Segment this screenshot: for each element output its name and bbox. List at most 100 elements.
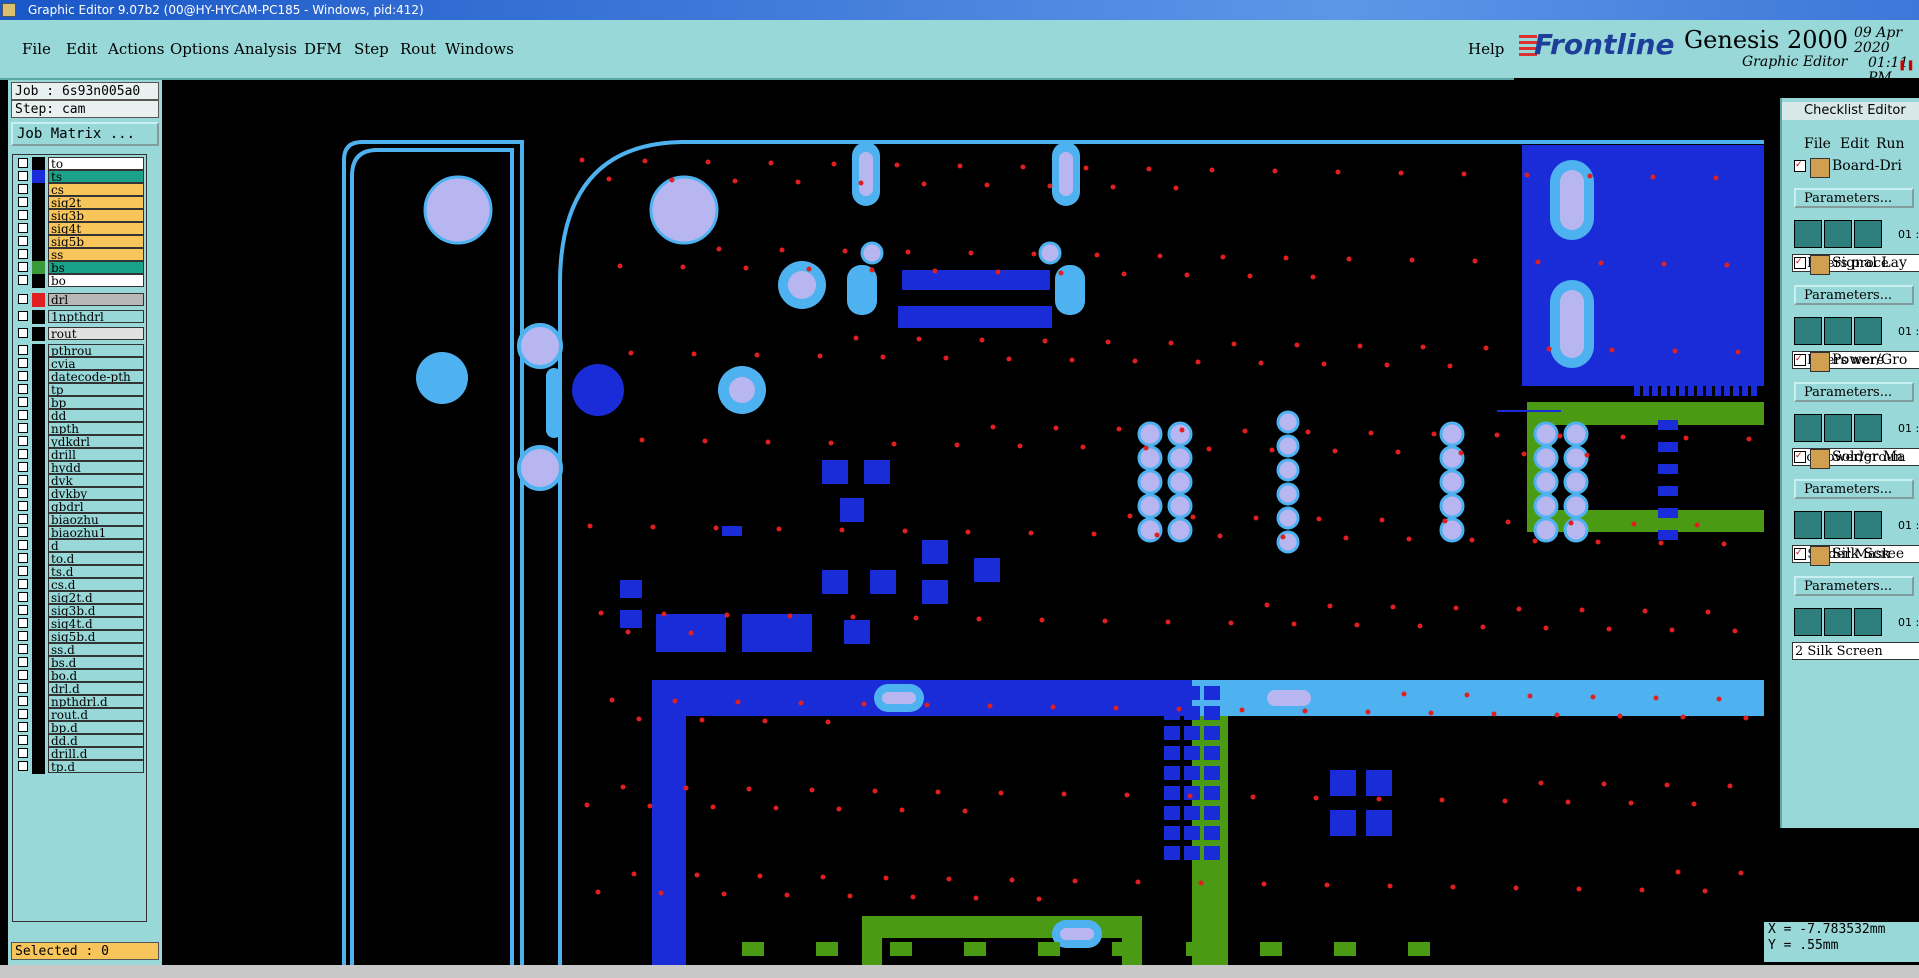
run-icon[interactable] <box>1854 414 1882 442</box>
layer-name[interactable]: dd.d <box>48 734 144 747</box>
layer-checkbox[interactable] <box>18 345 28 355</box>
layer-name[interactable]: bo <box>48 274 144 287</box>
layer-row-ts-d[interactable]: ts.d <box>16 565 144 579</box>
layer-row-bs-d[interactable]: bs.d <box>16 656 144 670</box>
layer-name[interactable]: sig5b.d <box>48 630 144 643</box>
action-checkbox[interactable]: ✓ <box>1794 548 1806 560</box>
layer-row-cvia[interactable]: cvia <box>16 357 144 371</box>
layer-name[interactable]: rout.d <box>48 708 144 721</box>
layer-name[interactable]: drill.d <box>48 747 144 760</box>
layer-name[interactable]: sig3b <box>48 209 144 222</box>
layer-name[interactable]: cvia <box>48 357 144 370</box>
layer-row-biaozhu[interactable]: biaozhu <box>16 513 144 527</box>
menu-actions[interactable]: Actions <box>108 40 164 58</box>
layer-checkbox[interactable] <box>18 184 28 194</box>
graphic-canvas[interactable] <box>162 80 1764 965</box>
layer-color-swatch[interactable] <box>32 578 45 592</box>
layer-name[interactable]: sig4t.d <box>48 617 144 630</box>
layer-name[interactable]: ydkdrl <box>48 435 144 448</box>
layer-row-ss[interactable]: ss <box>16 248 144 262</box>
layer-row-drill-d[interactable]: drill.d <box>16 747 144 761</box>
layer-name[interactable]: tp.d <box>48 760 144 773</box>
parameters-button[interactable]: Parameters... <box>1794 479 1914 499</box>
layer-name[interactable]: to <box>48 157 144 170</box>
layer-color-swatch[interactable] <box>32 435 45 449</box>
layer-checkbox[interactable] <box>18 311 28 321</box>
layer-row-sig5b[interactable]: sig5b <box>16 235 144 249</box>
job-matrix-button[interactable]: Job Matrix ... <box>11 122 159 146</box>
layer-checkbox[interactable] <box>18 358 28 368</box>
layer-checkbox[interactable] <box>18 709 28 719</box>
layer-row-sig4t[interactable]: sig4t <box>16 222 144 236</box>
layer-color-swatch[interactable] <box>32 565 45 579</box>
parameters-button[interactable]: Parameters... <box>1794 382 1914 402</box>
layer-name[interactable]: sig5b <box>48 235 144 248</box>
layer-color-swatch[interactable] <box>32 513 45 527</box>
layer-row-drl-d[interactable]: drl.d <box>16 682 144 696</box>
layer-color-swatch[interactable] <box>32 617 45 631</box>
layer-color-swatch[interactable] <box>32 487 45 501</box>
layer-color-swatch[interactable] <box>32 261 45 275</box>
layer-name[interactable]: to.d <box>48 552 144 565</box>
layer-color-swatch[interactable] <box>32 409 45 423</box>
run-icon[interactable] <box>1824 414 1852 442</box>
run-icon[interactable] <box>1854 317 1882 345</box>
layer-name[interactable]: cs.d <box>48 578 144 591</box>
layer-row-hydd[interactable]: hydd <box>16 461 144 475</box>
layer-row-datecode-pth[interactable]: datecode-pth <box>16 370 144 384</box>
layer-color-swatch[interactable] <box>32 396 45 410</box>
menu-dfm[interactable]: DFM <box>304 40 342 58</box>
layer-checkbox[interactable] <box>18 514 28 524</box>
layer-row-bo-d[interactable]: bo.d <box>16 669 144 683</box>
layer-checkbox[interactable] <box>18 449 28 459</box>
layer-checkbox[interactable] <box>18 696 28 706</box>
layer-checkbox[interactable] <box>18 158 28 168</box>
layer-row-pthrou[interactable]: pthrou <box>16 344 144 358</box>
layer-name[interactable]: dvkby <box>48 487 144 500</box>
layer-checkbox[interactable] <box>18 670 28 680</box>
layer-name[interactable]: npth <box>48 422 144 435</box>
layer-name[interactable]: ss <box>48 248 144 261</box>
layer-checkbox[interactable] <box>18 527 28 537</box>
run-icon[interactable] <box>1854 220 1882 248</box>
layer-name[interactable]: bo.d <box>48 669 144 682</box>
layer-color-swatch[interactable] <box>32 500 45 514</box>
run-icon[interactable] <box>1854 511 1882 539</box>
layer-checkbox[interactable] <box>18 488 28 498</box>
layer-name[interactable]: ts <box>48 170 144 183</box>
layer-row-cs[interactable]: cs <box>16 183 144 197</box>
layer-row-dvk[interactable]: dvk <box>16 474 144 488</box>
layer-name[interactable]: dd <box>48 409 144 422</box>
layer-row-sig2t[interactable]: sig2t <box>16 196 144 210</box>
layer-name[interactable]: sig3b.d <box>48 604 144 617</box>
layer-name[interactable]: ss.d <box>48 643 144 656</box>
menu-rout[interactable]: Rout <box>400 40 436 58</box>
layer-color-swatch[interactable] <box>32 591 45 605</box>
parameters-button[interactable]: Parameters... <box>1794 576 1914 596</box>
layer-color-swatch[interactable] <box>32 344 45 358</box>
layer-name[interactable]: cs <box>48 183 144 196</box>
layer-row-ss-d[interactable]: ss.d <box>16 643 144 657</box>
layer-name[interactable]: drill <box>48 448 144 461</box>
layer-name[interactable]: ts.d <box>48 565 144 578</box>
layer-name[interactable]: sig4t <box>48 222 144 235</box>
checklist-menu-edit[interactable]: Edit <box>1840 136 1869 152</box>
layer-row-dd-d[interactable]: dd.d <box>16 734 144 748</box>
run-icon[interactable] <box>1794 220 1822 248</box>
layer-row-tp-d[interactable]: tp.d <box>16 760 144 774</box>
layer-color-swatch[interactable] <box>32 183 45 197</box>
run-icon[interactable] <box>1824 317 1852 345</box>
layer-checkbox[interactable] <box>18 605 28 615</box>
layer-checkbox[interactable] <box>18 748 28 758</box>
layer-row-bp-d[interactable]: bp.d <box>16 721 144 735</box>
layer-checkbox[interactable] <box>18 436 28 446</box>
layer-row-biaozhu1[interactable]: biaozhu1 <box>16 526 144 540</box>
layer-checkbox[interactable] <box>18 566 28 576</box>
layer-color-swatch[interactable] <box>32 734 45 748</box>
layer-checkbox[interactable] <box>18 423 28 433</box>
run-icon[interactable] <box>1794 414 1822 442</box>
layer-color-swatch[interactable] <box>32 721 45 735</box>
layer-color-swatch[interactable] <box>32 552 45 566</box>
layer-checkbox[interactable] <box>18 722 28 732</box>
layer-name[interactable]: rout <box>48 327 144 340</box>
